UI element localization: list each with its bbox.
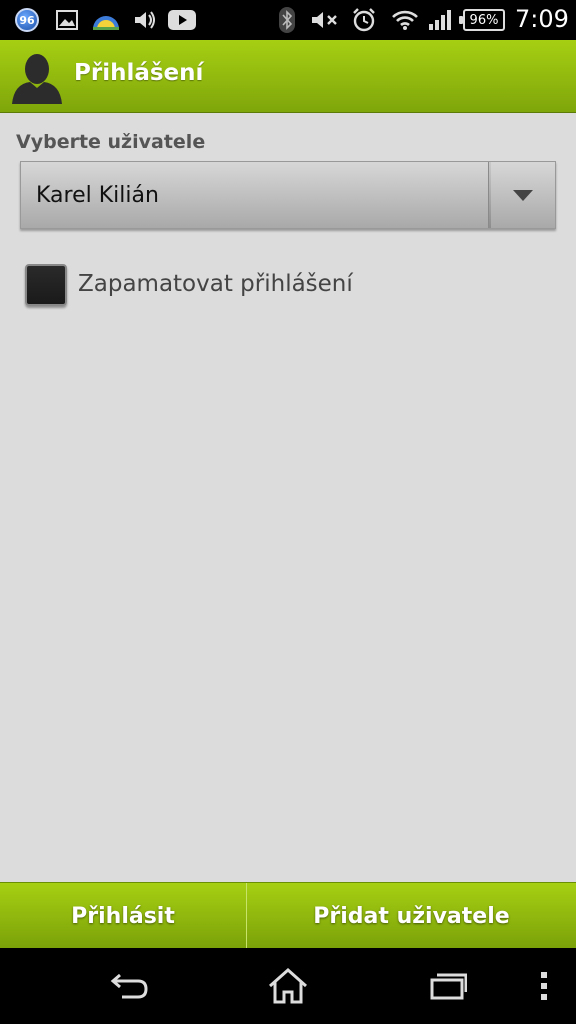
page-title: Přihlášení (74, 60, 204, 86)
status-bar: 96 96% 7:09 (0, 0, 576, 40)
user-select-dropdown[interactable]: Karel Kilián (20, 161, 556, 229)
remember-login-label[interactable]: Zapamatovat přihlášení (78, 271, 353, 297)
menu-overflow-icon[interactable] (534, 962, 554, 1010)
badge-count: 96 (15, 8, 39, 32)
bottom-action-bar: Přihlásit Přidat uživatele (0, 882, 576, 949)
user-avatar-icon (10, 52, 64, 104)
dropdown-arrow-icon (513, 190, 533, 201)
battery-indicator: 96% (459, 9, 505, 31)
user-select-label: Vyberte uživatele (16, 131, 206, 153)
volume-icon (133, 6, 157, 34)
home-icon[interactable] (263, 962, 313, 1010)
remember-login-checkbox[interactable] (25, 264, 67, 306)
navigation-bar (0, 948, 576, 1024)
recent-apps-icon[interactable] (424, 962, 472, 1010)
add-user-button[interactable]: Přidat uživatele (247, 883, 576, 949)
mute-icon (310, 6, 342, 34)
weather-icon (91, 6, 121, 34)
wifi-icon (392, 6, 418, 34)
bluetooth-icon (278, 6, 296, 34)
dropdown-divider (488, 162, 491, 228)
alarm-icon (351, 6, 377, 34)
action-bar: Přihlášení (0, 40, 576, 113)
notification-badge-icon: 96 (15, 6, 39, 34)
youtube-icon (168, 6, 196, 34)
signal-icon (428, 6, 454, 34)
image-icon (56, 6, 78, 34)
login-button[interactable]: Přihlásit (0, 883, 246, 949)
back-icon[interactable] (104, 962, 154, 1010)
clock: 7:09 (515, 5, 569, 33)
selected-user-value: Karel Kilián (36, 183, 159, 208)
